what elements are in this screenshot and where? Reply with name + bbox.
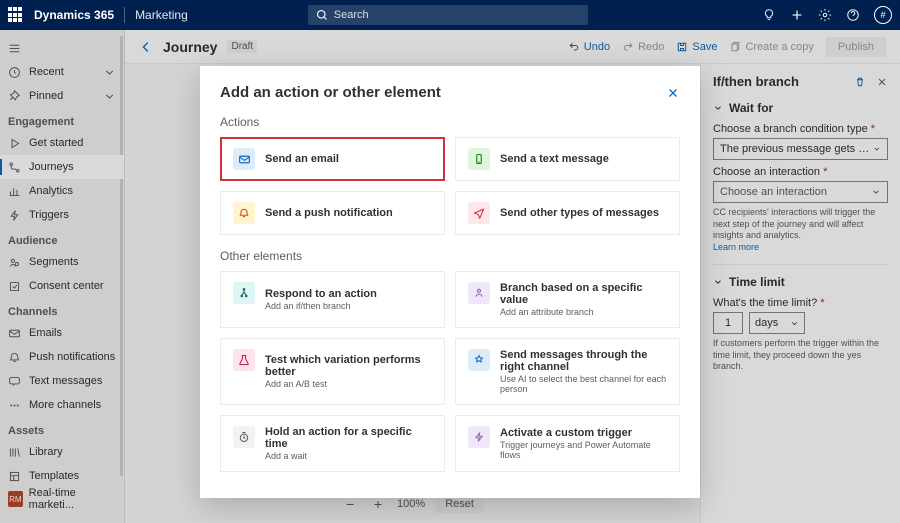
gear-icon[interactable] (818, 8, 832, 22)
top-right-actions: # (762, 6, 892, 24)
add-action-modal: Add an action or other element Actions S… (200, 66, 700, 498)
email-icon (233, 148, 255, 170)
ai-icon (468, 349, 490, 371)
help-icon[interactable] (846, 8, 860, 22)
user-avatar[interactable]: # (874, 6, 892, 24)
product-name: Dynamics 365 (34, 8, 114, 22)
lightning-icon (468, 426, 490, 448)
bell-icon (233, 202, 255, 224)
section-actions-label: Actions (220, 115, 680, 129)
flask-icon (233, 349, 255, 371)
tile-send-push[interactable]: Send a push notification (220, 191, 445, 235)
tile-send-email[interactable]: Send an email (220, 137, 445, 181)
search-box[interactable] (308, 5, 588, 25)
tile-hold-action[interactable]: Hold an action for a specific time Add a… (220, 415, 445, 472)
search-input[interactable] (334, 9, 580, 21)
section-other-label: Other elements (220, 249, 680, 263)
app-launcher-icon[interactable] (8, 7, 24, 23)
tile-send-text[interactable]: Send a text message (455, 137, 680, 181)
tile-ab-test[interactable]: Test which variation performs better Add… (220, 338, 445, 405)
tile-right-channel[interactable]: Send messages through the right channel … (455, 338, 680, 405)
lightbulb-icon[interactable] (762, 8, 776, 22)
subproduct-name: Marketing (135, 8, 188, 22)
branch-icon (233, 282, 255, 304)
close-icon[interactable] (666, 86, 680, 100)
attribute-icon (468, 282, 490, 304)
tile-custom-trigger[interactable]: Activate a custom trigger Trigger journe… (455, 415, 680, 472)
search-icon (316, 9, 328, 21)
top-bar: Dynamics 365 Marketing # (0, 0, 900, 30)
divider (124, 7, 125, 23)
modal-title: Add an action or other element (220, 84, 441, 101)
modal-overlay: Add an action or other element Actions S… (0, 30, 900, 523)
plus-icon[interactable] (790, 8, 804, 22)
timer-icon (233, 426, 255, 448)
send-icon (468, 202, 490, 224)
tile-send-other[interactable]: Send other types of messages (455, 191, 680, 235)
phone-icon (468, 148, 490, 170)
tile-branch-value[interactable]: Branch based on a specific value Add an … (455, 271, 680, 328)
tile-respond-action[interactable]: Respond to an action Add an if/then bran… (220, 271, 445, 328)
